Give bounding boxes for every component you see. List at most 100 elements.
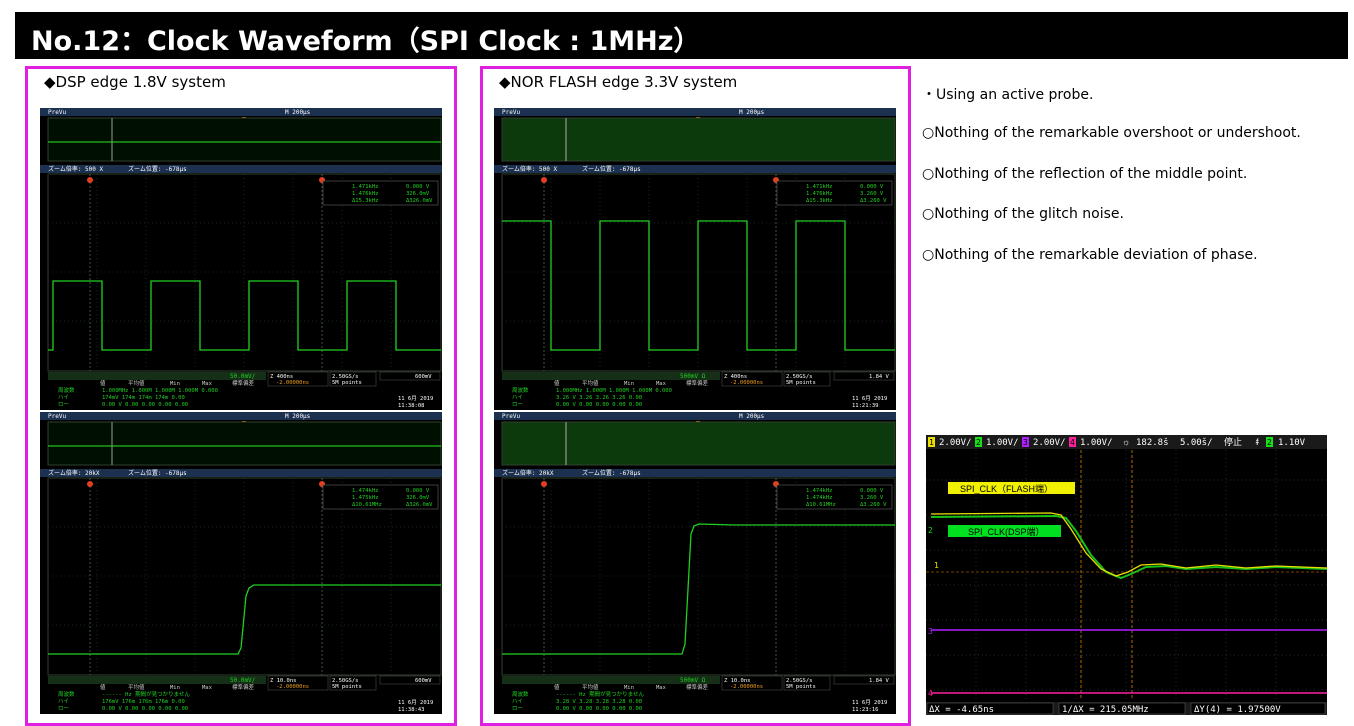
meas-row-freq-label: 周波数 [512, 386, 529, 394]
cursor2-volt: 3.260 V [860, 191, 884, 197]
cursor2-freq: 1.475kHz [352, 495, 379, 501]
channel-scale: 500mV Ω [680, 373, 706, 380]
cursor2-freq: 1.474kHz [806, 495, 833, 501]
cursor-delta-volt: Δ326.0mV [406, 502, 433, 508]
zoom-position: ズーム位置: -678µs [582, 165, 641, 173]
meas-row-low-label: ロー [58, 706, 69, 712]
channel-scale: 50.0mV/ [230, 677, 256, 684]
page-title: No.12：Clock Waveform（SPI Clock : 1MHz） [31, 26, 701, 57]
scope-prevu-label: PreVu [48, 413, 66, 420]
ch1-scale: 2.00V/ [939, 438, 972, 448]
meas-header-mean: 平均値 [128, 379, 145, 387]
cursor-delta-volt: Δ3.260 V [860, 502, 887, 508]
meas-header-value: 値 [100, 683, 106, 691]
meas-header-value: 値 [100, 379, 106, 387]
cursor2-volt: 326.0mV [406, 191, 430, 197]
scope-prevu-label: PreVu [502, 109, 520, 116]
svg-text:1: 1 [929, 438, 934, 447]
meas-row-high: 3.26 V 3.26 3.26 3.26 0.00 [556, 395, 642, 401]
trigger-level: 600mV [415, 374, 432, 380]
cursor-delta-volt: Δ3.260 V [860, 198, 887, 204]
scope-flash-square: PreVu M 200µs T ズーム倍率: 500 X ズーム位置: -678… [494, 108, 896, 410]
channel-scale: 500mV Ω [680, 677, 706, 684]
cursor1-freq: 1.471kHz [352, 184, 379, 190]
scope-timebase: M 200µs [285, 109, 311, 116]
meas-header-min: Min [624, 381, 634, 387]
ch4-ground-marker: 4 [928, 689, 933, 698]
meas-row-high-label: ハイ [58, 699, 69, 705]
meas-row-freq: 1.000MHz 1.000M 1.000M 1.000M 0.000 [102, 388, 218, 394]
cursor-delta-freq: Δ15.3kHz [806, 198, 833, 204]
ch3-ground-marker: 3 [928, 627, 933, 636]
svg-text:2: 2 [976, 438, 981, 447]
cursor-delta-freq: Δ10.61MHz [352, 502, 382, 508]
cursor-delta-volt: Δ326.0mV [406, 198, 433, 204]
scope-time: 11:23:16 [852, 707, 879, 713]
meas-header-mean: 平均値 [582, 683, 599, 691]
zoom-factor: ズーム倍率: 500 X [48, 165, 103, 173]
meas-row-low-label: ロー [512, 402, 523, 408]
meas-header-mean: 平均値 [128, 683, 145, 691]
meas-header-stddev: 標準偏差 [232, 379, 255, 387]
zoom-position: ズーム位置: -678µs [128, 165, 187, 173]
cursor1-freq: 1.474kHz [806, 488, 833, 494]
cursor1-volt: 0.000 V [406, 488, 430, 494]
trigger-level: 1.84 V [869, 374, 890, 380]
scope-prevu-label: PreVu [48, 109, 66, 116]
zoom-factor: ズーム倍率: 500 X [502, 165, 557, 173]
flash-panel-label: ◆NOR FLASH edge 3.3V system [499, 73, 738, 91]
zoom-offset: -2.00000ns [276, 380, 309, 386]
flash-signal-label: SPI_CLK（FLASH端） [960, 483, 1053, 494]
cursor2-freq: 1.476kHz [806, 191, 833, 197]
ch3-scale: 2.00V/ [1033, 438, 1066, 448]
cursor2-volt: 326.0mV [406, 495, 430, 501]
meas-row-high: 174mV 174m 174m 174m 0.00 [102, 395, 185, 401]
trigger-level: 1.10V [1278, 438, 1306, 448]
zoom-factor: ズーム倍率: 20kX [48, 469, 100, 477]
note-item: ○Nothing of the remarkable deviation of … [922, 247, 1258, 263]
meas-row-low-label: ロー [512, 706, 523, 712]
scope-time: 11:38:43 [398, 707, 425, 713]
meas-row-low-label: ロー [58, 402, 69, 408]
cursor2-volt: 3.260 V [860, 495, 884, 501]
meas-row-high: 3.28 V 3.28 3.28 3.28 0.00 [556, 699, 642, 705]
meas-row-high: 176mV 176m 176m 176m 0.00 [102, 699, 185, 705]
note-item: ○Nothing of the reflection of the middle… [922, 166, 1248, 182]
record-length: 5M points [332, 380, 362, 386]
meas-row-high-label: ハイ [58, 395, 69, 401]
meas-row-freq: 1.000MHz 1.000M 1.000M 1.000M 0.000 [556, 388, 672, 394]
meas-header-stddev: 標準偏差 [686, 683, 709, 691]
svg-text:3: 3 [1023, 438, 1028, 447]
meas-header-max: Max [656, 685, 667, 691]
zoom-offset: -2.00000ns [730, 684, 763, 690]
ch4-scale: 1.00V/ [1080, 438, 1113, 448]
cursor1-volt: 0.000 V [406, 184, 430, 190]
meas-header-max: Max [202, 685, 213, 691]
meas-row-high-label: ハイ [512, 395, 523, 401]
zoom-offset: -2.00000ns [276, 684, 309, 690]
trigger-level: 600mV [415, 678, 432, 684]
meas-header-min: Min [170, 381, 180, 387]
scope-date: 11 6月 2019 [852, 395, 887, 402]
scope-date: 11 6月 2019 [852, 699, 887, 706]
inverse-delta-x-readout: 1/ΔX = 215.05MHz [1062, 705, 1149, 715]
note-item: ○Nothing of the glitch noise. [922, 206, 1124, 222]
cursor1-volt: 0.000 V [860, 184, 884, 190]
cursor2-freq: 1.476kHz [352, 191, 379, 197]
zoom-position: ズーム位置: -678µs [582, 469, 641, 477]
sun-icon: ☼ [1122, 437, 1130, 447]
meas-row-freq-label: 周波数 [58, 386, 75, 394]
meas-header-max: Max [656, 381, 667, 387]
meas-row-freq-label: 周波数 [512, 690, 529, 698]
scope-time: 11:21:39 [852, 403, 879, 409]
time-per-div: 5.00š/ [1180, 437, 1213, 448]
acquisition-mode: 停止 [1224, 436, 1242, 448]
dsp-signal-label: SPI_CLK(DSP端） [968, 526, 1045, 537]
note-item: ・Using an active probe. [922, 87, 1094, 103]
meas-row-freq: ------ Hz 期間が見つかりません [102, 690, 190, 698]
trigger-level: 1.84 V [869, 678, 890, 684]
meas-header-stddev: 標準偏差 [686, 379, 709, 387]
meas-row-low: 0.00 V 0.00 0.00 0.00 0.00 [102, 402, 188, 408]
meas-row-freq-label: 周波数 [58, 690, 75, 698]
scope-timebase: M 200µs [739, 413, 765, 420]
